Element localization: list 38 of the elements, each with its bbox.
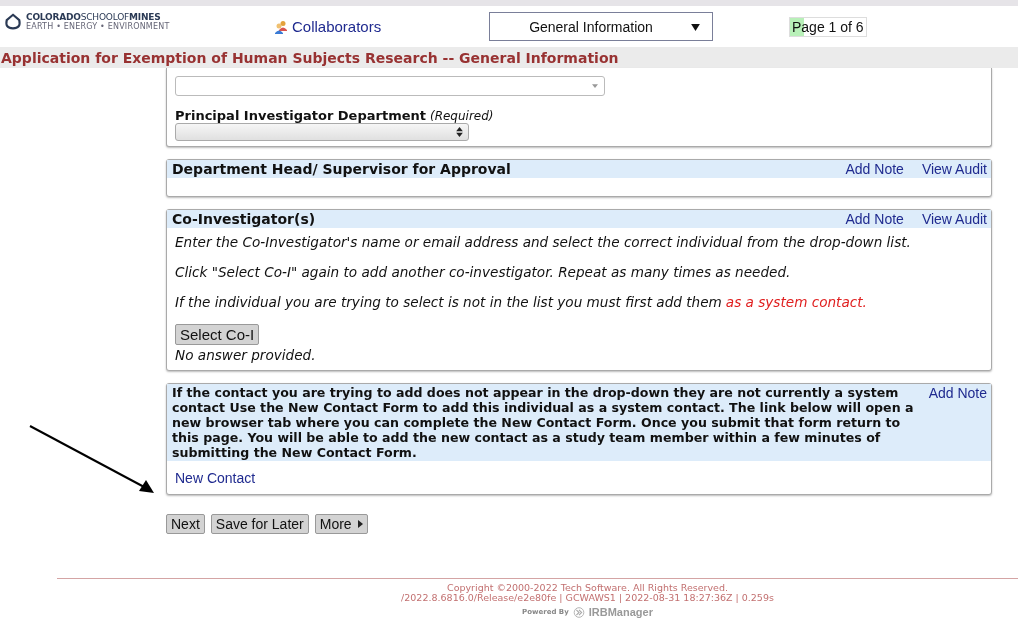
form-button[interactable]: Save for Later	[210, 514, 309, 534]
instruction-text: Click "Select Co-I" again to add another co-investigator. Repeat as many times as needed.	[175, 264, 792, 280]
required-hint: (Required)	[429, 109, 494, 123]
panel-title: Co-Investigator(s)	[172, 211, 316, 227]
page-indicator: Page 1 of 6	[789, 16, 867, 37]
panel-action-link[interactable]: View Audit	[921, 161, 987, 177]
dropdown-arrow-icon	[592, 84, 598, 88]
brand-text: IRBManager	[588, 606, 653, 618]
form-button[interactable]: Next	[166, 514, 205, 534]
instruction-text: Enter the Co-Investigator's name or email address and select the correct individual from the drop-down list.	[175, 234, 912, 250]
system-contact-link[interactable]: as a system contact.	[725, 294, 867, 310]
form-button[interactable]: More	[314, 514, 368, 534]
field-label: Principal Investigator Department	[175, 108, 426, 123]
people-icon	[274, 19, 288, 34]
caret-icon	[357, 520, 363, 528]
collaborators-link[interactable]: Collaborators	[292, 18, 382, 35]
section-dropdown[interactable]: General Information	[489, 12, 713, 41]
new-contact-link[interactable]: New Contact	[175, 470, 256, 486]
instruction-text: If the individual you are trying to select is not in the list you must first add them as a system contact.	[175, 294, 868, 310]
chevrons-icon	[571, 606, 586, 618]
panel-action-link[interactable]: Add Note	[845, 211, 904, 227]
panel-title: If the contact you are trying to add does not appear in the drop-down they are not currently a system contact Use the New Contact Form to add this individual as a system contact. The link below will open a new browser tab where you can complete the New Contact Form. Once you submit that form return to this page. You will be able to add the new contact as a study team member within a few minutes of submitting the New Contact Form.	[172, 385, 915, 460]
build-info-text: /2022.8.6816.0/Release/e2e80fe | GCWAWS1 | 2022-08-31 18:27:36Z | 0.259s	[400, 593, 775, 603]
answer-text: No answer provided.	[175, 347, 317, 363]
copyright-text: Copyright ©2000-2022 Tech Software. All Rights Reserved.	[447, 583, 729, 593]
panel-action-link[interactable]: Add Note	[928, 385, 987, 401]
select-co-i-button[interactable]: Select Co-I	[175, 324, 260, 345]
panel-action-link[interactable]: Add Note	[845, 161, 904, 177]
page-title: Application for Exemption of Human Subjects Research -- General Information	[1, 49, 619, 66]
panel-action-link[interactable]: View Audit	[921, 211, 987, 227]
logo-wordmark: COLORADOSCHOOLOFMINES	[26, 12, 162, 22]
panel-title: Department Head/ Supervisor for Approval	[172, 161, 511, 177]
select-field[interactable]	[175, 123, 469, 141]
stepper-arrows-icon	[456, 127, 463, 137]
dropdown-arrow-icon	[691, 24, 700, 31]
logo-icon	[4, 12, 22, 31]
select-field[interactable]	[175, 76, 605, 96]
logo-tagline: EARTH • ENERGY • ENVIRONMENT	[26, 22, 170, 31]
